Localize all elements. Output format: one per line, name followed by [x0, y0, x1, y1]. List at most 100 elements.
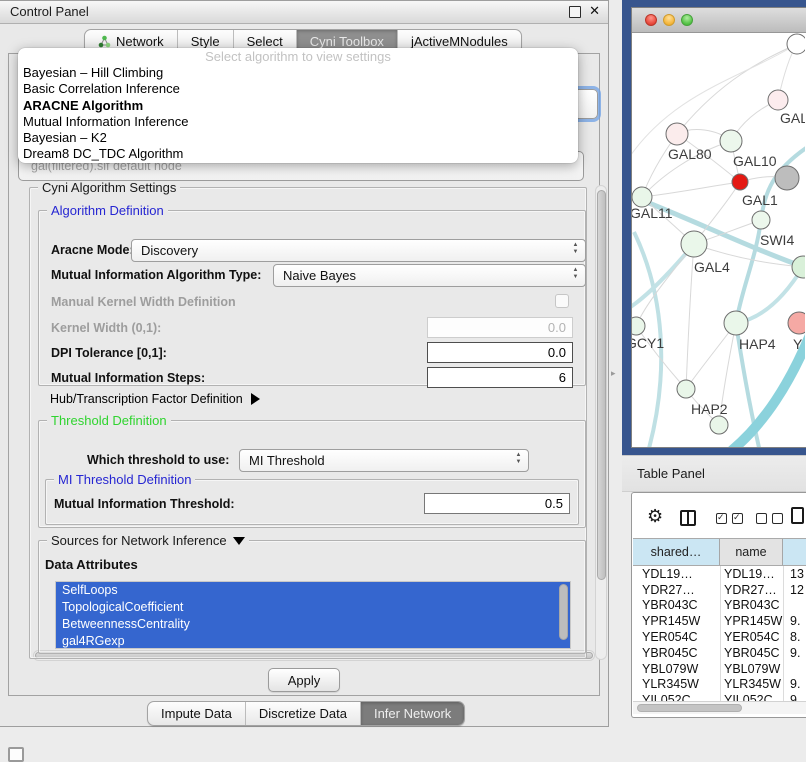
sources-title: Sources for Network Inference — [47, 533, 249, 548]
zoom-traffic-light[interactable] — [681, 14, 693, 26]
attribute-item[interactable]: gal4RGexp — [56, 633, 570, 649]
table-panel-header: Table Panel — [622, 455, 806, 492]
node-hap4[interactable] — [724, 311, 748, 335]
list-scrollbar[interactable] — [559, 584, 568, 640]
attribute-item[interactable]: BetweennessCentrality — [56, 616, 570, 633]
network-canvas[interactable]: GALGAL80GAL10GAL1GAL11SWI4GAL4GCY1HAP4YH… — [632, 32, 805, 447]
node-gal10[interactable] — [720, 130, 742, 152]
node-gcy1[interactable] — [632, 317, 645, 335]
cyni-algorithm-settings-group: Cyni Algorithm Settings Algorithm Defini… — [29, 187, 587, 659]
apply-button[interactable]: Apply — [268, 668, 340, 692]
close-traffic-light[interactable] — [645, 14, 657, 26]
data-attributes-list[interactable]: SelfLoopsTopologicalCoefficientBetweenne… — [55, 581, 571, 649]
network-view-window: GALGAL80GAL10GAL1GAL11SWI4GAL4GCY1HAP4YH… — [631, 7, 806, 448]
control-panel-titlebar: Control Panel ✕ — [0, 1, 608, 24]
column-separator — [720, 566, 721, 701]
node-top-pink[interactable] — [768, 90, 788, 110]
stepper-arrows-icon — [571, 242, 580, 256]
minimize-traffic-light[interactable] — [663, 14, 675, 26]
node-gal4[interactable] — [681, 231, 707, 257]
column-split-icon[interactable] — [680, 510, 696, 526]
kernel-width-label: Kernel Width (0,1): — [51, 321, 161, 335]
expand-arrow-icon — [251, 393, 260, 405]
mi-steps-field[interactable] — [427, 367, 573, 388]
algorithm-list: Bayesian – Hill ClimbingBasic Correlatio… — [18, 65, 578, 163]
attribute-item[interactable]: TopologicalCoefficient — [56, 599, 570, 616]
table-horizontal-scrollbar[interactable] — [633, 701, 806, 714]
algorithm-dropdown-popup: Select algorithm to view settings Bayesi… — [18, 48, 578, 163]
hub-definition-toggle[interactable]: Hub/Transcription Factor Definition — [50, 392, 260, 406]
tab-infer-network[interactable]: Infer Network — [360, 702, 464, 725]
algorithm-option[interactable]: Dream8 DC_TDC Algorithm — [18, 146, 578, 162]
manual-kernel-label: Manual Kernel Width Definition — [51, 295, 236, 309]
network-edge[interactable] — [686, 244, 694, 389]
dpi-tolerance-field[interactable] — [427, 342, 573, 363]
node-label: SWI4 — [760, 232, 794, 248]
node-gal80[interactable] — [666, 123, 688, 145]
unchecked-box-icon[interactable] — [756, 513, 767, 524]
table-panel-title: Table Panel — [637, 466, 705, 481]
mi-threshold-field[interactable] — [424, 493, 570, 514]
file-icon[interactable] — [791, 507, 804, 524]
column-header-partial[interactable] — [783, 539, 806, 565]
node-hap2[interactable] — [677, 380, 695, 398]
panel-title: Control Panel — [10, 4, 89, 19]
tab-discretize-data[interactable]: Discretize Data — [245, 702, 360, 725]
threshold-definition-group: Threshold Definition Which threshold to … — [38, 420, 586, 528]
network-edge[interactable] — [677, 44, 797, 134]
node-label: GAL4 — [694, 259, 730, 275]
settings-group-title: Cyni Algorithm Settings — [38, 180, 180, 195]
algorithm-option[interactable]: Basic Correlation Inference — [18, 81, 578, 97]
kernel-width-field[interactable] — [427, 317, 573, 338]
network-window-titlebar — [632, 8, 806, 33]
sources-group: Sources for Network Inference Data Attri… — [38, 540, 586, 654]
column-header-shared-name[interactable]: shared… — [633, 539, 720, 565]
mi-steps-label: Mutual Information Steps: — [51, 371, 205, 385]
node-right-green[interactable] — [792, 256, 805, 278]
node-top[interactable] — [787, 34, 805, 54]
column-header-name[interactable]: name — [720, 539, 783, 565]
node-salmon[interactable] — [788, 312, 805, 334]
which-threshold-select[interactable]: MI Threshold — [239, 449, 529, 472]
algorithm-option[interactable]: Bayesian – Hill Climbing — [18, 65, 578, 81]
which-threshold-label: Which threshold to use: — [87, 453, 229, 467]
unchecked-box-icon[interactable] — [772, 513, 783, 524]
network-icon — [98, 35, 111, 48]
gear-icon[interactable]: ⚙ — [647, 507, 663, 525]
close-icon[interactable]: ✕ — [589, 3, 600, 19]
node-bottom[interactable] — [710, 416, 728, 434]
network-graph: GALGAL80GAL10GAL1GAL11SWI4GAL4GCY1HAP4YH… — [632, 32, 805, 447]
vertical-scrollbar[interactable] — [595, 185, 607, 660]
checked-box-icon[interactable] — [732, 513, 743, 524]
minimized-panel-icon[interactable] — [8, 747, 24, 762]
algorithm-definition-title: Algorithm Definition — [47, 203, 168, 218]
tab-impute-data[interactable]: Impute Data — [148, 702, 245, 725]
attribute-item[interactable]: SelfLoops — [56, 582, 570, 599]
manual-kernel-checkbox[interactable] — [555, 294, 569, 308]
bottom-tab-bar: Impute DataDiscretize DataInfer Network — [147, 701, 465, 726]
node-gal11[interactable] — [632, 187, 652, 207]
algorithm-option[interactable]: ARACNE Algorithm — [18, 98, 578, 114]
aracne-mode-select[interactable]: Discovery — [131, 239, 586, 262]
collapse-arrow-icon — [233, 537, 245, 545]
algorithm-option[interactable]: Mutual Information Inference — [18, 114, 578, 130]
mi-threshold-title: MI Threshold Definition — [54, 472, 195, 487]
node-swi4[interactable] — [752, 211, 770, 229]
node-gal1[interactable] — [732, 174, 748, 190]
node-label: GAL80 — [668, 146, 712, 162]
splitter-handle[interactable]: ▸ — [611, 368, 616, 379]
network-edge[interactable] — [642, 182, 740, 197]
node-label: HAP4 — [739, 336, 776, 352]
mi-algorithm-type-select[interactable]: Naive Bayes — [273, 264, 586, 287]
node-label: HAP2 — [691, 401, 728, 417]
popup-heading: Select algorithm to view settings — [18, 48, 578, 65]
mi-threshold-group: MI Threshold Definition Mutual Informati… — [45, 479, 579, 525]
node-label: GAL11 — [632, 205, 673, 221]
float-window-icon[interactable] — [569, 6, 581, 18]
algorithm-option[interactable]: Bayesian – K2 — [18, 130, 578, 146]
dpi-tolerance-label: DPI Tolerance [0,1]: — [51, 346, 167, 360]
checked-box-icon[interactable] — [716, 513, 727, 524]
application-root: Control Panel ✕ NetworkStyleSelectCyni T… — [0, 0, 806, 762]
node-label: GAL1 — [742, 192, 778, 208]
node-gray[interactable] — [775, 166, 799, 190]
